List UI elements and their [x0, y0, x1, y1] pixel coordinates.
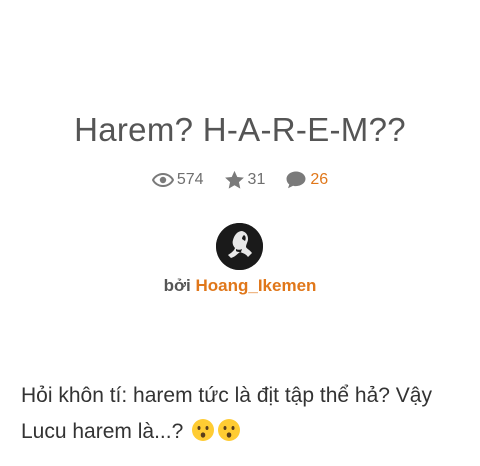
votes-stat: 31 — [224, 170, 266, 190]
hushed-face-emoji — [217, 418, 241, 454]
comments-count[interactable]: 26 — [310, 171, 328, 189]
author-avatar[interactable] — [216, 223, 263, 270]
byline-prefix: bởi — [163, 276, 191, 295]
eye-icon — [151, 172, 174, 188]
votes-count: 31 — [247, 171, 266, 188]
star-icon — [224, 170, 245, 190]
comment-bubble-icon — [285, 170, 307, 190]
author-link[interactable]: Hoang_Ikemen — [196, 276, 317, 295]
story-stats: 574 31 26 — [0, 170, 480, 190]
views-stat: 574 — [151, 171, 204, 189]
story-description: Hỏi khôn tí: harem tức là địt tập thể hả… — [21, 378, 451, 454]
byline: bởi Hoang_Ikemen — [0, 276, 480, 296]
hushed-face-emoji — [191, 418, 215, 454]
comments-stat[interactable]: 26 — [285, 170, 328, 190]
views-count: 574 — [176, 171, 204, 188]
story-title: Harem? H-A-R-E-M?? — [74, 111, 406, 148]
